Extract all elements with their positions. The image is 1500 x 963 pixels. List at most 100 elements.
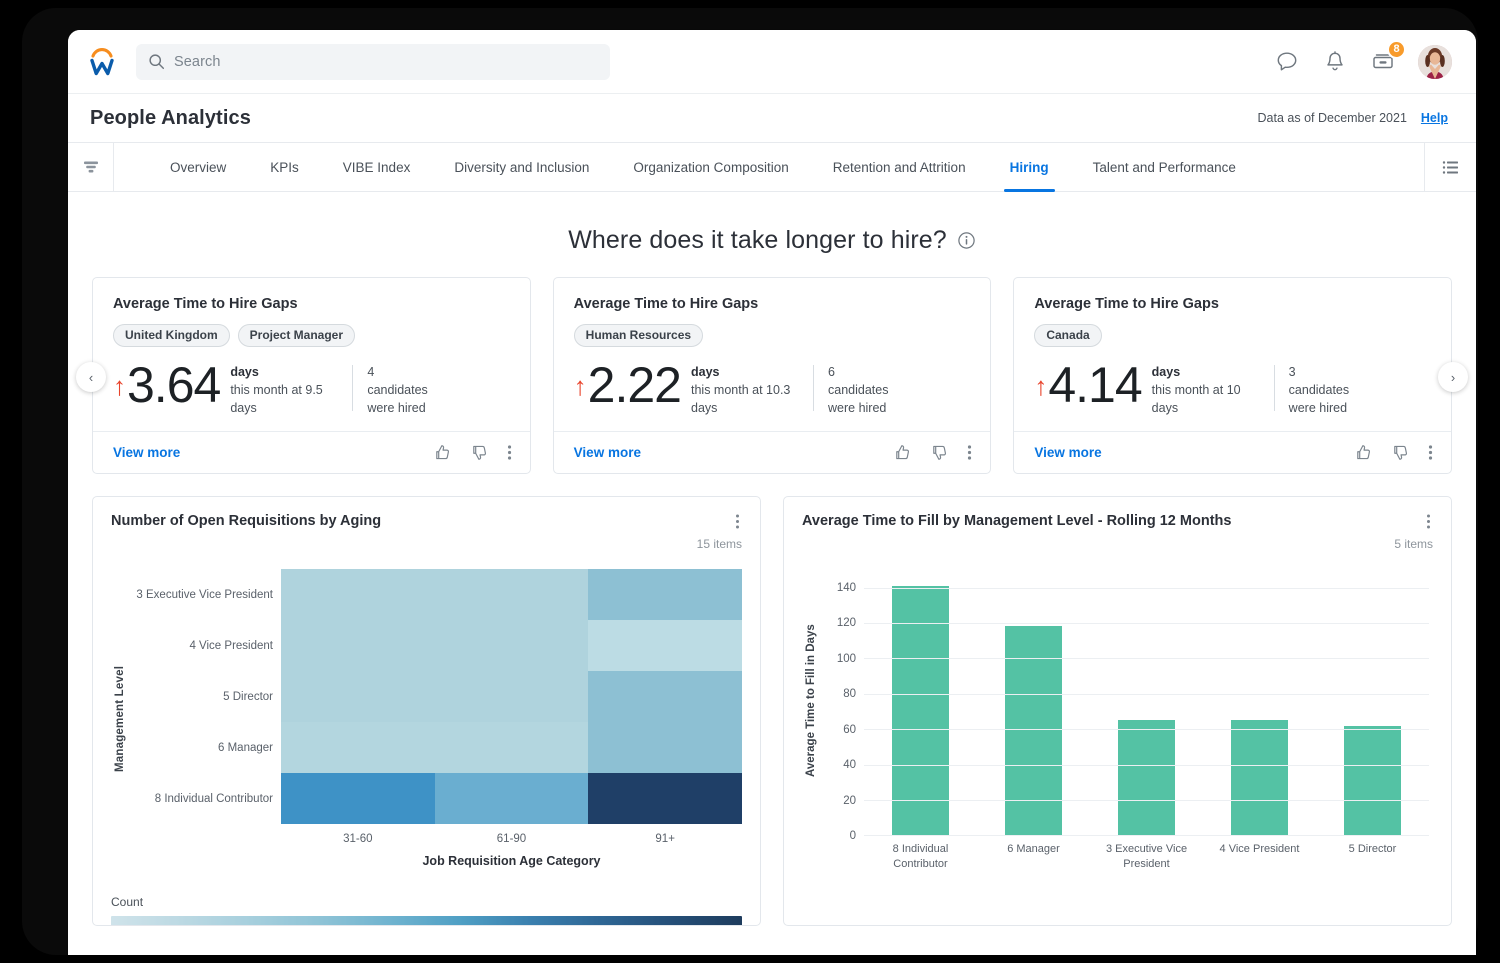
kpi-metric-row: ↑ 2.22 days this month at 10.3 days 6 ca…: [574, 357, 971, 417]
tab-hiring[interactable]: Hiring: [988, 143, 1071, 191]
workday-logo[interactable]: [82, 42, 122, 82]
kebab-menu-icon[interactable]: [967, 443, 972, 462]
bar-y-tick: 140: [837, 582, 856, 594]
view-more-link[interactable]: View more: [113, 445, 180, 460]
kpi-card[interactable]: Average Time to Hire Gaps United Kingdom…: [92, 277, 531, 474]
kpi-value: 2.22: [588, 361, 681, 409]
kpi-carousel: ‹ › Average Time to Hire Gaps United Kin…: [68, 277, 1476, 474]
heatmap-cell[interactable]: [281, 773, 435, 824]
heatmap-cell[interactable]: [281, 671, 435, 722]
kpi-card-tags: Canada: [1034, 324, 1431, 347]
view-more-link[interactable]: View more: [574, 445, 641, 460]
filter-button[interactable]: [68, 143, 114, 191]
thumbs-up-icon[interactable]: [1354, 443, 1373, 462]
kpi-tag: Canada: [1034, 324, 1101, 347]
tab-kpis[interactable]: KPIs: [248, 143, 321, 191]
tab-organization-composition[interactable]: Organization Composition: [611, 143, 810, 191]
bar-gridline: 140: [864, 588, 1429, 589]
kpi-comparison: this month at 9.5 days: [230, 383, 322, 415]
bar-gridline: 20: [864, 800, 1429, 801]
heatmap-cell[interactable]: [281, 620, 435, 671]
kpi-unit: days: [1152, 365, 1181, 379]
kpi-tag: Human Resources: [574, 324, 703, 347]
carousel-next-button[interactable]: ›: [1438, 362, 1468, 392]
bell-icon[interactable]: [1322, 49, 1348, 75]
bar[interactable]: [1344, 726, 1401, 836]
chart-title: Average Time to Fill by Management Level…: [802, 513, 1231, 529]
page-title-meta: Data as of December 2021 Help: [1258, 111, 1448, 125]
heatmap-cell[interactable]: [435, 722, 589, 773]
bar-y-tick: 100: [837, 653, 856, 665]
search-input[interactable]: Search: [136, 44, 610, 80]
tab-label: KPIs: [270, 160, 299, 175]
heatmap-cell[interactable]: [435, 773, 589, 824]
bar[interactable]: [1118, 720, 1175, 835]
kpi-metric-row: ↑ 4.14 days this month at 10 days 3 cand…: [1034, 357, 1431, 417]
heatmap-grid: [281, 569, 742, 824]
heatmap-y-tick-labels: 3 Executive Vice President 4 Vice Presid…: [129, 569, 281, 868]
heatmap-x-tick: 31-60: [281, 833, 435, 845]
heatmap-x-tick: 91+: [588, 833, 742, 845]
thumbs-up-icon[interactable]: [893, 443, 912, 462]
view-more-link[interactable]: View more: [1034, 445, 1101, 460]
user-avatar[interactable]: [1418, 45, 1452, 79]
heatmap-cell[interactable]: [588, 671, 742, 722]
kebab-menu-icon[interactable]: [507, 443, 512, 462]
chat-icon[interactable]: [1274, 49, 1300, 75]
heatmap-plot: Management Level 3 Executive Vice Presid…: [111, 569, 742, 868]
info-icon[interactable]: [957, 231, 976, 250]
kpi-card[interactable]: Average Time to Hire Gaps Human Resource…: [553, 277, 992, 474]
inbox-badge: 8: [1387, 40, 1406, 59]
thumbs-down-icon[interactable]: [470, 443, 489, 462]
chart-item-count: 15 items: [111, 537, 742, 551]
bar-gridline: 40: [864, 765, 1429, 766]
heatmap-cell[interactable]: [588, 620, 742, 671]
kpi-unit: days: [230, 365, 259, 379]
tab-overview[interactable]: Overview: [148, 143, 248, 191]
thumbs-up-icon[interactable]: [433, 443, 452, 462]
heatmap-cell[interactable]: [588, 569, 742, 620]
tab-retention-and-attrition[interactable]: Retention and Attrition: [811, 143, 988, 191]
thumbs-down-icon[interactable]: [1391, 443, 1410, 462]
tab-label: Organization Composition: [633, 160, 788, 175]
bar-x-tick: 4 Vice President: [1203, 842, 1316, 872]
kpi-candidate-count: 6: [828, 365, 835, 379]
kpi-candidates: 3 candidates were hired: [1289, 363, 1379, 417]
carousel-prev-button[interactable]: ‹: [76, 362, 106, 392]
inbox-icon[interactable]: 8: [1370, 49, 1396, 75]
kpi-candidates: 6 candidates were hired: [828, 363, 918, 417]
page-title: People Analytics: [90, 107, 251, 130]
bar-slot: [977, 573, 1090, 835]
kpi-value: 4.14: [1048, 361, 1141, 409]
heatmap-legend-gradient: [111, 916, 742, 926]
kpi-feedback-actions: [433, 443, 512, 462]
tab-label: Overview: [170, 160, 226, 175]
heatmap-cell[interactable]: [281, 569, 435, 620]
heatmap-y-tick: 5 Director: [129, 671, 281, 722]
heatmap-cell[interactable]: [435, 620, 589, 671]
tab-vibe-index[interactable]: VIBE Index: [321, 143, 433, 191]
heatmap-cell[interactable]: [588, 773, 742, 824]
tab-talent-and-performance[interactable]: Talent and Performance: [1071, 143, 1258, 191]
heatmap-cell[interactable]: [435, 569, 589, 620]
trend-up-icon: ↑: [1034, 373, 1047, 399]
kebab-menu-icon[interactable]: [1424, 513, 1433, 530]
kpi-candidate-text: candidates were hired: [1289, 383, 1349, 415]
bar[interactable]: [1231, 720, 1288, 835]
chevron-left-icon: ‹: [89, 370, 93, 385]
heatmap-cell[interactable]: [588, 722, 742, 773]
help-link[interactable]: Help: [1421, 111, 1448, 125]
kebab-menu-icon[interactable]: [1428, 443, 1433, 462]
bar-slot: [1203, 573, 1316, 835]
tab-diversity-and-inclusion[interactable]: Diversity and Inclusion: [432, 143, 611, 191]
bar-slot: [1316, 573, 1429, 835]
list-view-button[interactable]: [1424, 143, 1476, 191]
heatmap-cell[interactable]: [281, 722, 435, 773]
kpi-card-list: Average Time to Hire Gaps United Kingdom…: [92, 277, 1452, 474]
bar-y-tick: 80: [843, 688, 856, 700]
thumbs-down-icon[interactable]: [930, 443, 949, 462]
kpi-card[interactable]: Average Time to Hire Gaps Canada ↑ 4.14 …: [1013, 277, 1452, 474]
kebab-menu-icon[interactable]: [733, 513, 742, 530]
heatmap-cell[interactable]: [435, 671, 589, 722]
kpi-feedback-actions: [1354, 443, 1433, 462]
